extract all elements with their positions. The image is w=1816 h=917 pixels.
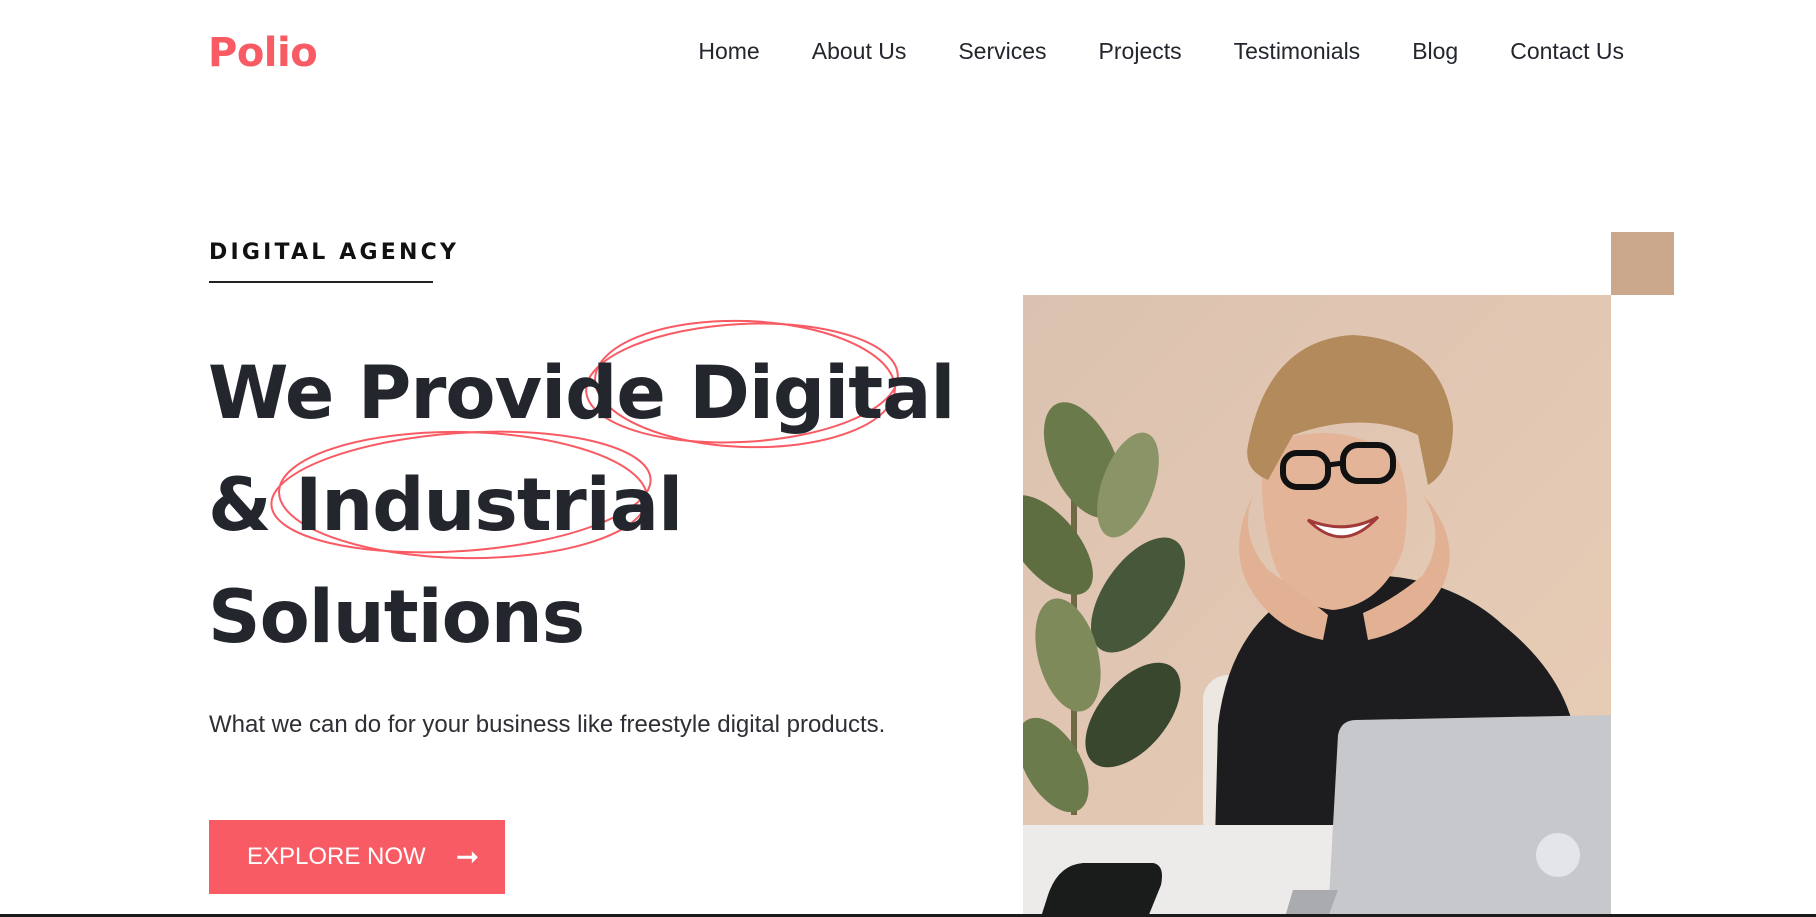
hero-photo-illustration xyxy=(1023,295,1611,917)
hero-title-highlight-digital: Digital xyxy=(689,351,955,436)
hero-title-line-3: Solutions xyxy=(208,575,585,660)
nav-home[interactable]: Home xyxy=(698,38,759,65)
nav-testimonials[interactable]: Testimonials xyxy=(1234,38,1361,65)
brand-logo[interactable]: Polio xyxy=(208,30,318,76)
hero-subtitle: What we can do for your business like fr… xyxy=(209,711,886,738)
eyebrow-underline xyxy=(209,281,433,283)
arrow-right-icon: ➞ xyxy=(455,841,480,872)
main-nav: Home About Us Services Projects Testimon… xyxy=(698,38,1624,65)
nav-contact-us[interactable]: Contact Us xyxy=(1510,38,1624,65)
hero-title-highlight-industrial: Industrial xyxy=(295,463,683,548)
hero-title: We Provide Digital & Industrial Solution… xyxy=(208,338,955,674)
hero-photo xyxy=(1023,295,1611,917)
explore-now-button[interactable]: EXPLORE NOW ➞ xyxy=(209,820,505,894)
nav-blog[interactable]: Blog xyxy=(1412,38,1458,65)
hero-title-text: & xyxy=(208,463,296,548)
decorative-accent-square xyxy=(1611,232,1674,295)
nav-services[interactable]: Services xyxy=(958,38,1046,65)
hero-eyebrow: DIGITAL AGENCY xyxy=(209,240,460,265)
explore-now-label: EXPLORE NOW xyxy=(247,843,426,870)
nav-projects[interactable]: Projects xyxy=(1099,38,1182,65)
hero-title-line-1: We Provide Digital xyxy=(208,338,955,450)
hero-title-line-2: & Industrial xyxy=(208,450,954,562)
hero-title-text: We Provide xyxy=(208,351,690,436)
nav-about-us[interactable]: About Us xyxy=(812,38,907,65)
